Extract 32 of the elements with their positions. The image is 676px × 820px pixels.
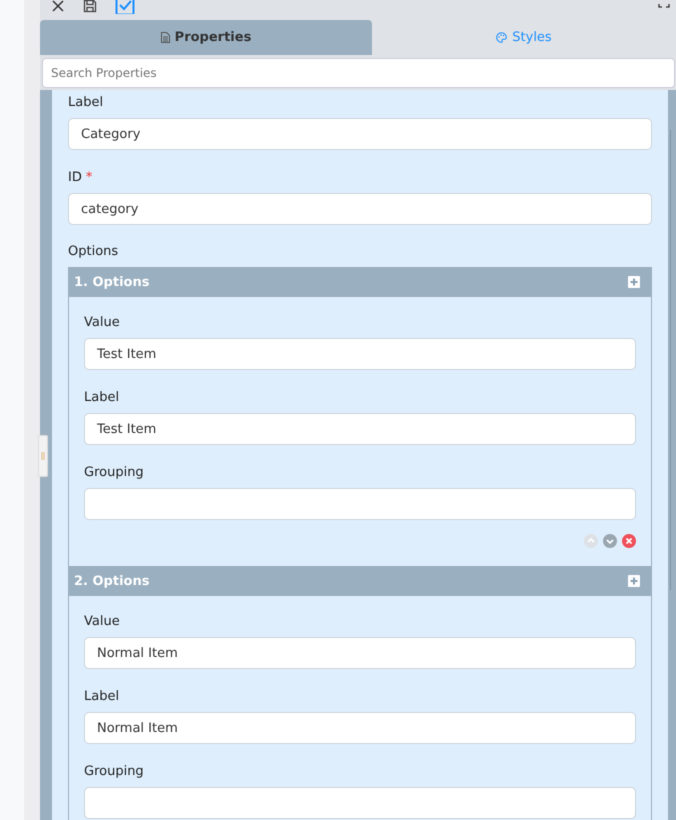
section-label: Options	[68, 244, 120, 259]
field-label: Value	[84, 613, 120, 631]
field-label: ID	[68, 169, 82, 187]
text-field[interactable]: Normal Item	[84, 712, 636, 744]
field-label: Label	[84, 688, 120, 706]
text-field[interactable]	[84, 787, 636, 819]
text-field[interactable]: Test Item	[84, 338, 636, 370]
remove-icon[interactable]	[622, 534, 636, 548]
text-field[interactable]	[84, 488, 636, 520]
down-icon[interactable]	[603, 534, 617, 548]
save-icon[interactable]	[83, 0, 97, 13]
close-icon[interactable]	[51, 0, 65, 13]
add-icon[interactable]	[628, 575, 640, 587]
text-field[interactable]: Normal Item	[84, 637, 636, 669]
field-label: Grouping	[84, 464, 144, 482]
option-title: 2. Options	[74, 574, 150, 588]
field-label: Value	[84, 314, 120, 332]
text-field[interactable]: Category	[68, 118, 652, 150]
required-mark: *	[86, 169, 92, 187]
add-icon[interactable]	[628, 276, 640, 288]
text-field[interactable]: category	[68, 193, 652, 225]
tab[interactable]: Properties	[40, 20, 372, 55]
option-title: 1. Options	[74, 274, 150, 290]
search-field[interactable]: Search Properties	[42, 58, 675, 88]
field-label: Label	[68, 94, 104, 112]
document-icon	[160, 32, 170, 43]
field-label: Grouping	[84, 763, 144, 781]
text-field[interactable]: Test Item	[84, 413, 636, 445]
field-label: Label	[84, 389, 120, 407]
palette-icon	[496, 32, 508, 43]
checkbox-icon[interactable]	[115, 0, 135, 14]
resize-handle[interactable]	[38, 435, 48, 477]
